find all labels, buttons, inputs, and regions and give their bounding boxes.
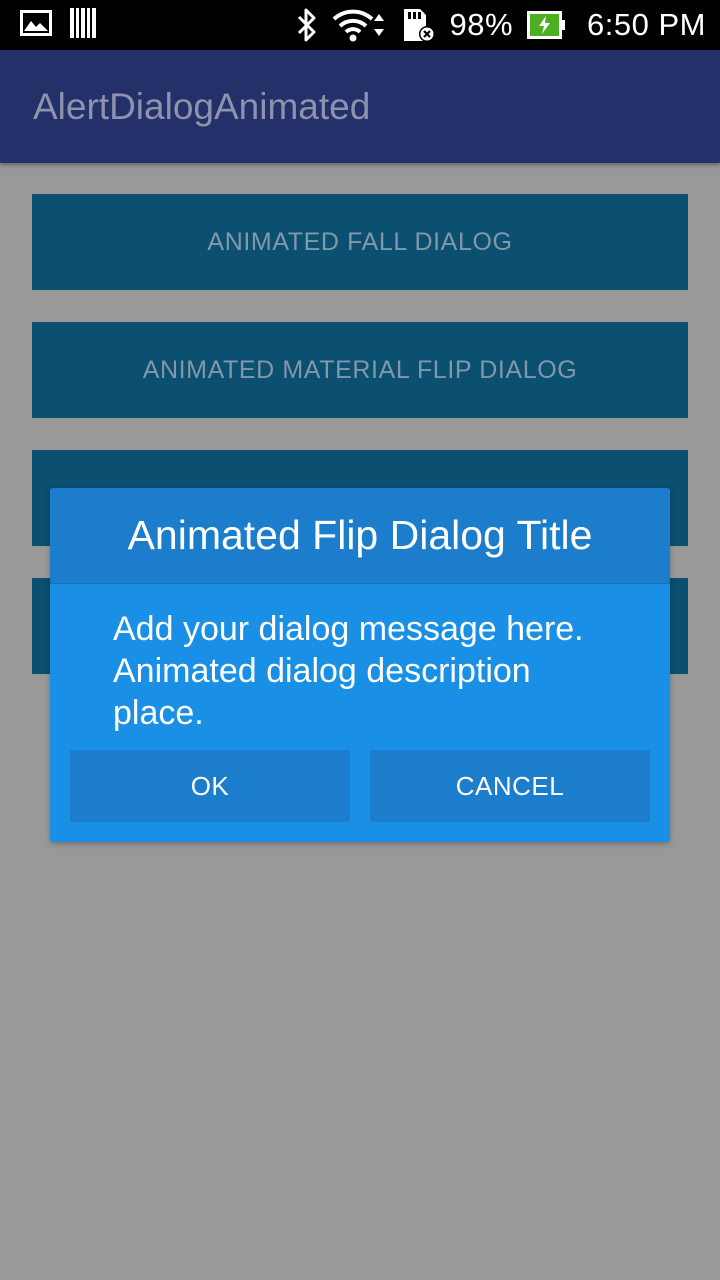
ok-button[interactable]: OK	[70, 750, 350, 822]
animated-material-flip-dialog-button[interactable]: ANIMATED MATERIAL FLIP DIALOG	[32, 322, 688, 418]
dialog-header: Animated Flip Dialog Title	[50, 488, 670, 584]
status-bar: 98% 6:50 PM	[0, 0, 720, 50]
sd-card-icon	[402, 7, 436, 43]
barcode-icon	[70, 8, 96, 38]
battery-charging-icon	[527, 11, 567, 39]
bluetooth-icon	[296, 8, 318, 42]
app-toolbar: AlertDialogAnimated	[0, 50, 720, 163]
app-title: AlertDialogAnimated	[33, 86, 371, 127]
gallery-icon	[20, 10, 52, 36]
cancel-button[interactable]: CANCEL	[370, 750, 650, 822]
clock: 6:50 PM	[587, 7, 706, 42]
animated-fall-dialog-button[interactable]: ANIMATED FALL DIALOG	[32, 194, 688, 290]
dialog-message: Add your dialog message here. Animated d…	[113, 610, 584, 732]
wifi-icon	[332, 8, 388, 42]
battery-percent: 98%	[449, 7, 514, 42]
dialog-title: Animated Flip Dialog Title	[127, 512, 593, 558]
animated-flip-dialog: Animated Flip Dialog Title Add your dial…	[50, 488, 670, 842]
